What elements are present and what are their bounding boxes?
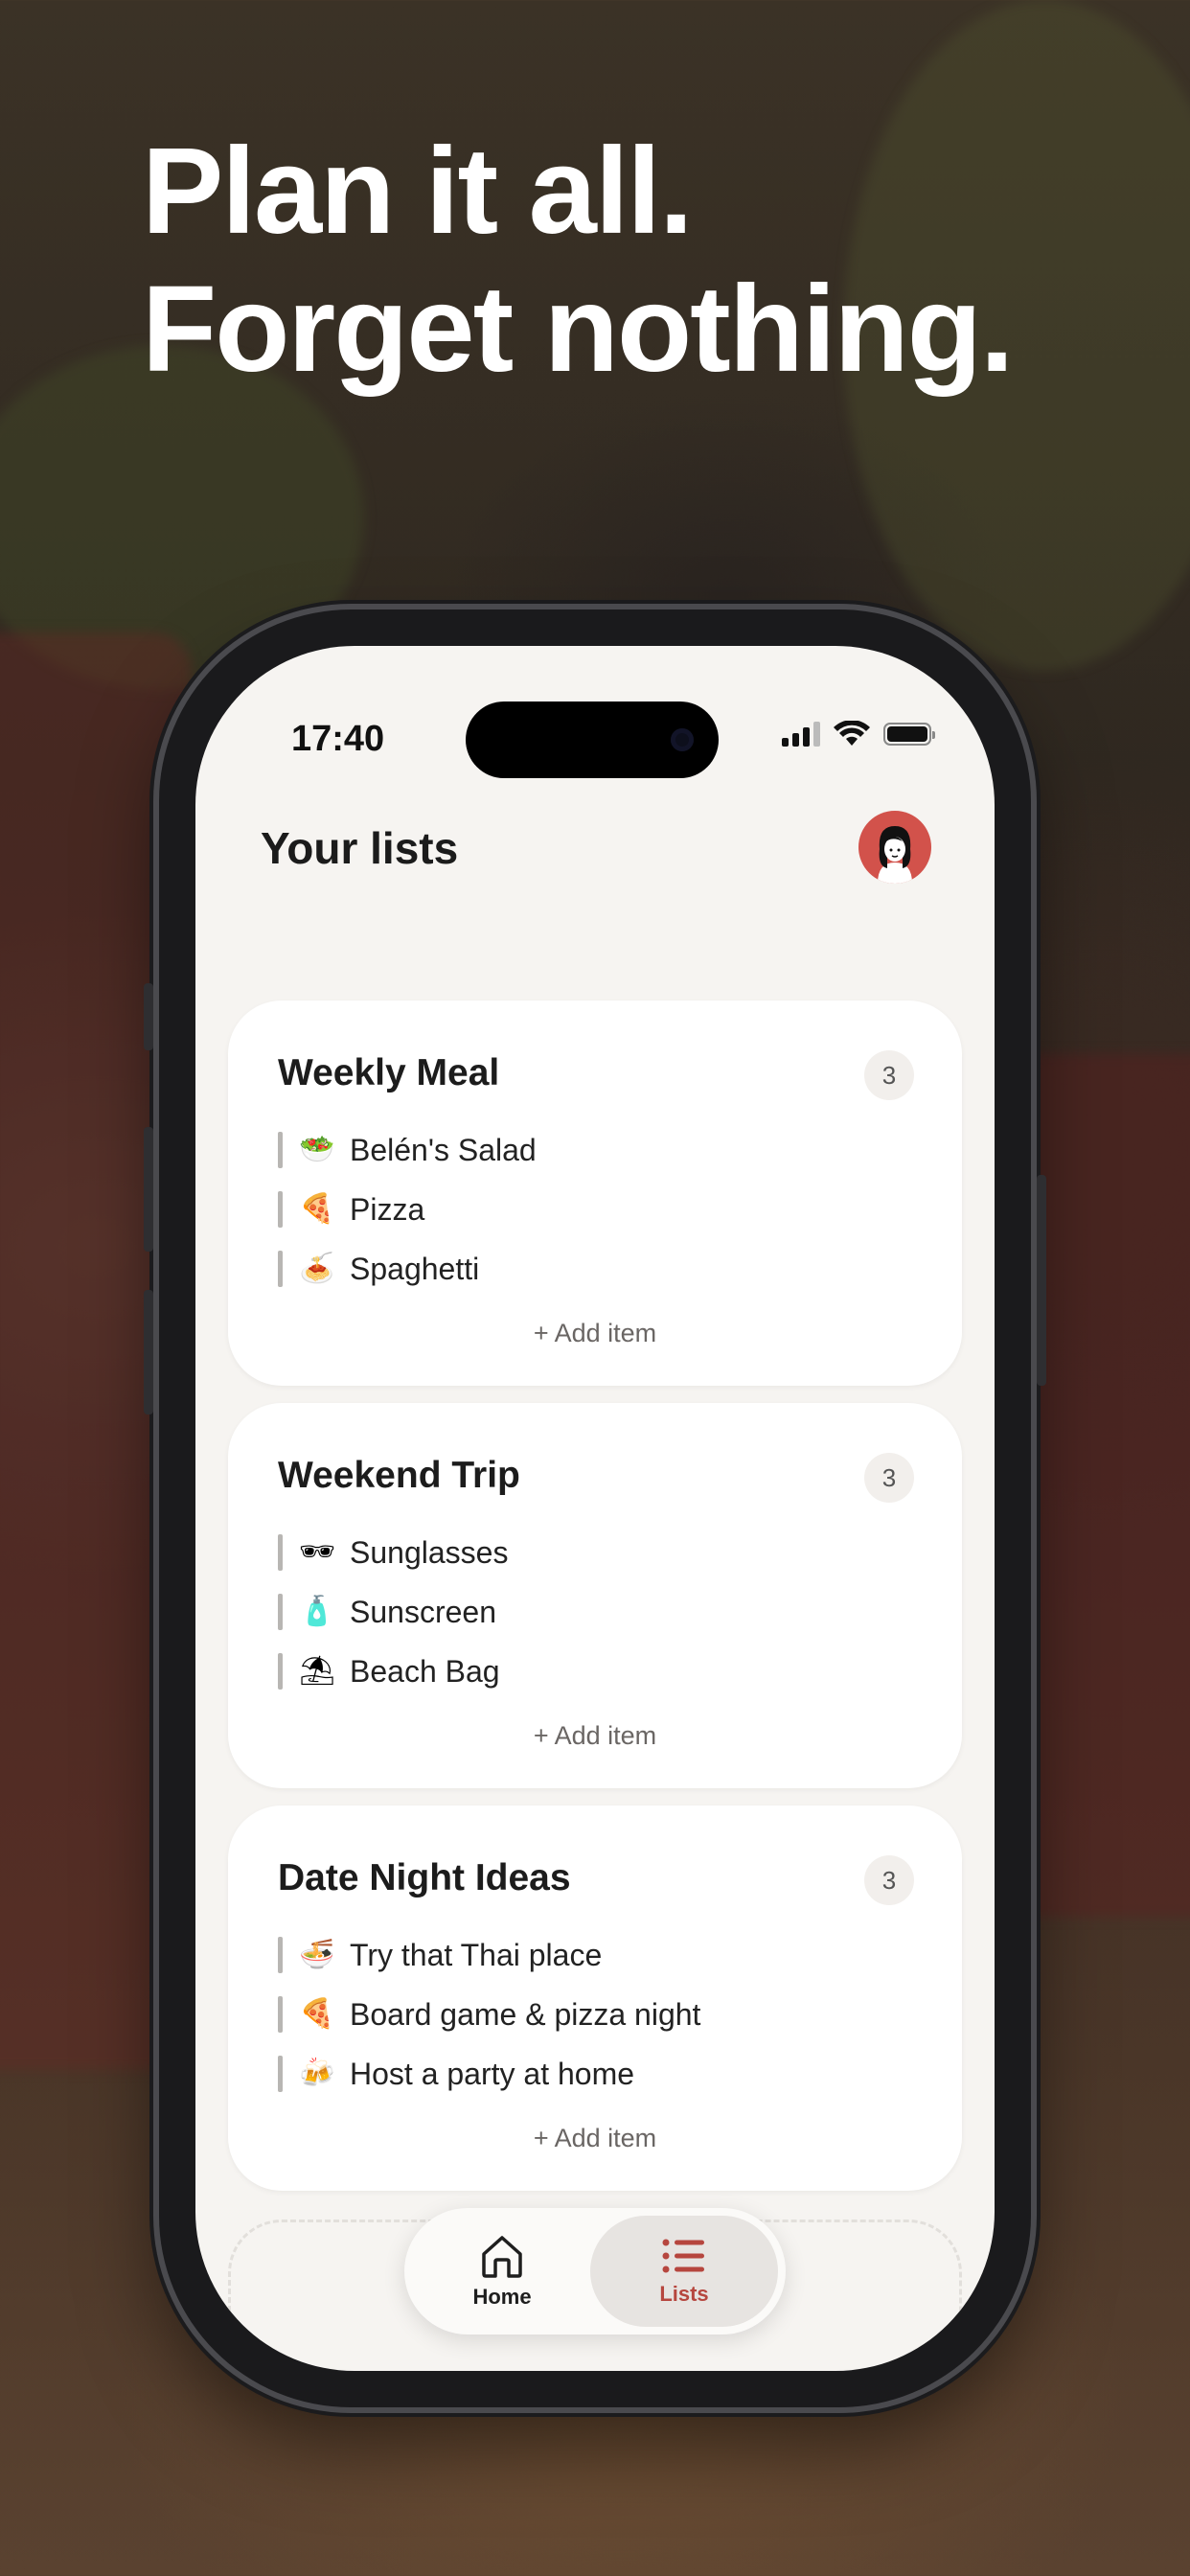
add-item-button[interactable]: + Add item: [228, 2124, 962, 2153]
sunglasses-icon: 🕶: [298, 1535, 336, 1569]
battery-icon: [883, 723, 935, 746]
front-camera-icon: [671, 728, 694, 751]
item-indicator: [278, 1251, 283, 1287]
item-indicator: [278, 1132, 283, 1168]
list-card-weekly-meal[interactable]: Weekly Meal 3 🥗 Belén's Salad 🍕 Pizza 🍝 …: [228, 1000, 962, 1386]
list-item[interactable]: 🍕 Pizza: [278, 1190, 424, 1229]
headline-line-1: Plan it all.: [142, 123, 694, 260]
item-count-badge: 3: [864, 1050, 914, 1100]
noodle-bowl-icon: 🍜: [299, 1938, 335, 1971]
list-item[interactable]: 🧴 Sunscreen: [278, 1593, 496, 1631]
list-item[interactable]: 🍕 Board game & pizza night: [278, 1995, 700, 2034]
list-icon: [662, 2239, 704, 2273]
cheers-icon: 🍻: [299, 2057, 335, 2090]
add-item-button[interactable]: + Add item: [228, 1721, 962, 1751]
item-indicator: [278, 1653, 283, 1690]
list-card-date-night-ideas[interactable]: Date Night Ideas 3 🍜 Try that Thai place…: [228, 1806, 962, 2191]
item-label: Host a party at home: [350, 2056, 635, 2091]
item-indicator: [278, 1996, 283, 2033]
item-count-badge: 3: [864, 1855, 914, 1905]
pizza-icon: 🍕: [299, 1997, 335, 2031]
spaghetti-icon: 🍝: [299, 1252, 335, 1285]
beach-umbrella-icon: ⛱: [298, 1654, 336, 1688]
list-title: Weekend Trip: [278, 1455, 520, 1496]
lotion-bottle-icon: 🧴: [299, 1595, 335, 1628]
tab-home[interactable]: Home: [408, 2216, 596, 2327]
headline-line-2: Forget nothing.: [142, 261, 1014, 398]
item-label: Board game & pizza night: [350, 1996, 701, 2032]
add-item-button[interactable]: + Add item: [228, 1319, 962, 1348]
tab-bar: Home Lists: [404, 2208, 786, 2334]
list-item[interactable]: 🍜 Try that Thai place: [278, 1936, 602, 1974]
item-label: Sunscreen: [350, 1594, 496, 1629]
list-item[interactable]: ⛱ Beach Bag: [278, 1652, 500, 1690]
list-card-weekend-trip[interactable]: Weekend Trip 3 🕶 Sunglasses 🧴 Sunscreen …: [228, 1403, 962, 1788]
item-indicator: [278, 2056, 283, 2092]
status-icons: [782, 721, 935, 748]
item-label: Pizza: [350, 1191, 425, 1227]
app-screen: 17:40 Your lists Weekly Meal 3 🥗 Belén's…: [195, 646, 995, 2371]
status-time: 17:40: [291, 719, 385, 759]
tab-lists[interactable]: Lists: [590, 2216, 778, 2327]
item-label: Spaghetti: [350, 1251, 480, 1286]
phone-volume-down-button: [144, 1290, 153, 1414]
dynamic-island: [466, 702, 719, 778]
tab-lists-label: Lists: [659, 2282, 709, 2306]
item-label: Sunglasses: [350, 1534, 509, 1570]
marketing-headline: Plan it all. Forget nothing.: [142, 123, 1014, 399]
phone-frame: 17:40 Your lists Weekly Meal 3 🥗 Belén's…: [144, 610, 1046, 2407]
salad-icon: 🥗: [299, 1133, 335, 1166]
home-icon: [482, 2236, 522, 2278]
list-item[interactable]: 🍝 Spaghetti: [278, 1250, 479, 1288]
phone-volume-up-button: [144, 1127, 153, 1252]
item-label: Belén's Salad: [350, 1132, 537, 1167]
list-title: Date Night Ideas: [278, 1857, 571, 1898]
item-indicator: [278, 1937, 283, 1973]
tab-home-label: Home: [472, 2285, 532, 2309]
list-title: Weekly Meal: [278, 1052, 500, 1093]
list-item[interactable]: 🥗 Belén's Salad: [278, 1131, 537, 1169]
page-title: Your lists: [261, 823, 459, 873]
phone-action-button: [144, 983, 153, 1050]
item-label: Beach Bag: [350, 1653, 500, 1689]
avatar-illustration-icon: [878, 826, 912, 884]
user-avatar[interactable]: [858, 811, 931, 884]
list-item[interactable]: 🕶 Sunglasses: [278, 1533, 508, 1572]
cellular-signal-icon: [782, 722, 820, 747]
wifi-icon: [834, 721, 870, 746]
phone-power-button: [1037, 1175, 1046, 1386]
item-indicator: [278, 1534, 283, 1571]
item-indicator: [278, 1594, 283, 1630]
item-count-badge: 3: [864, 1453, 914, 1503]
pizza-icon: 🍕: [299, 1192, 335, 1226]
list-item[interactable]: 🍻 Host a party at home: [278, 2055, 634, 2093]
item-indicator: [278, 1191, 283, 1228]
item-label: Try that Thai place: [350, 1937, 603, 1972]
